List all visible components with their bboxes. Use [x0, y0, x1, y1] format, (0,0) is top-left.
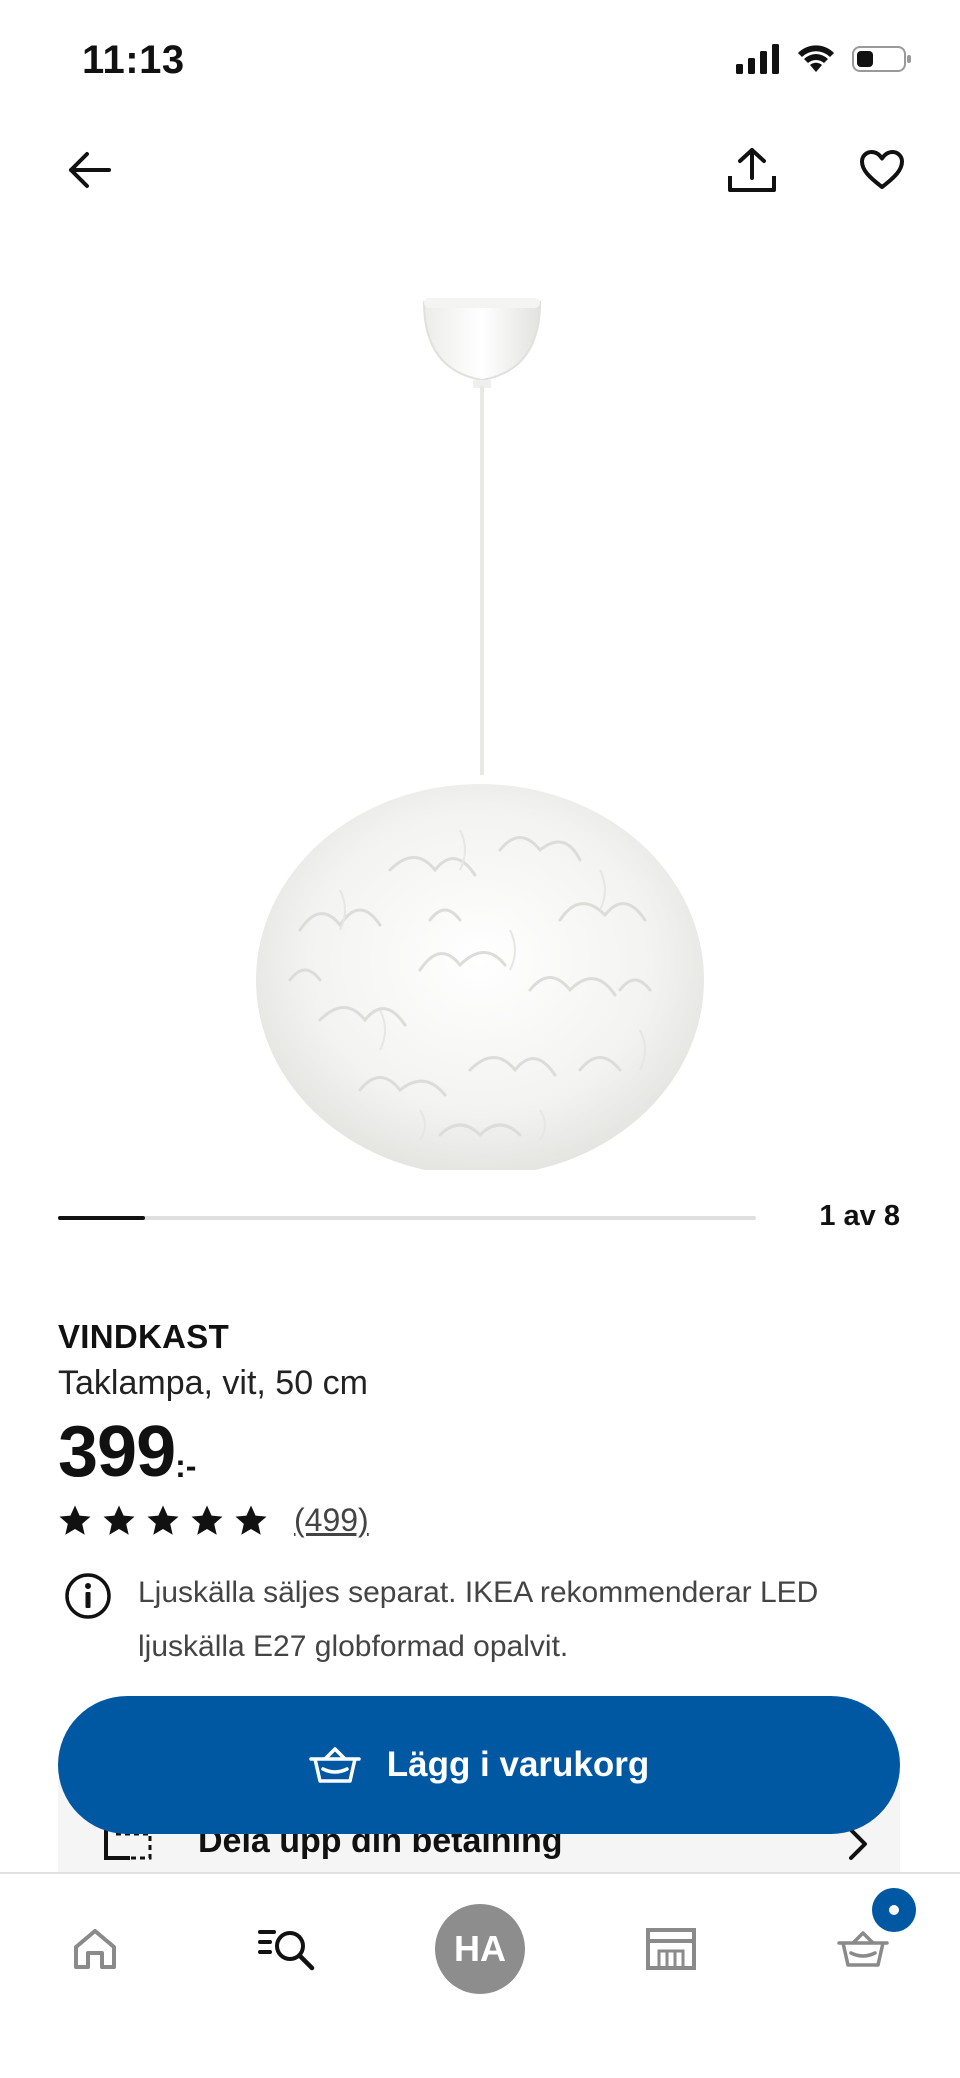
carousel-progress-fill [58, 1216, 146, 1220]
product-name: VINDKAST [58, 1318, 230, 1355]
tab-cart[interactable] [808, 1888, 918, 2004]
tab-stores[interactable] [616, 1894, 726, 2004]
bottom-tab-bar: HA [0, 1872, 960, 2078]
tab-home[interactable] [40, 1894, 150, 2004]
share-button[interactable] [712, 130, 792, 210]
carousel-progress-track [58, 1216, 756, 1220]
tab-search[interactable] [232, 1894, 342, 2004]
product-price: 399 :- [58, 1412, 196, 1492]
back-button[interactable] [48, 130, 128, 210]
cart-badge-dot [889, 1905, 899, 1915]
star-icon [59, 1505, 91, 1535]
add-to-cart-button[interactable]: Lägg i varukorg [58, 1696, 900, 1834]
wifi-icon [798, 45, 834, 72]
home-icon [74, 1929, 116, 1969]
star-icon [235, 1505, 267, 1535]
star-icon [191, 1505, 223, 1535]
star-icon [103, 1505, 135, 1535]
info-icon [65, 1573, 111, 1619]
product-image[interactable] [0, 230, 960, 1176]
favourite-button[interactable] [842, 130, 922, 210]
arrow-left-icon [69, 152, 111, 188]
basket-icon [308, 1747, 361, 1783]
search-icon [258, 1930, 315, 1971]
add-to-cart-label: Lägg i varukorg [386, 1745, 650, 1784]
price-integer: 399 [58, 1412, 176, 1492]
top-nav [0, 130, 960, 210]
battery-icon [852, 46, 911, 72]
store-icon [646, 1928, 696, 1970]
share-icon [728, 148, 776, 192]
carousel-counter: 1 av 8 [819, 1200, 900, 1232]
cellular-signal-icon [736, 44, 779, 74]
star-icon [147, 1505, 179, 1535]
cart-badge [872, 1888, 916, 1932]
info-text: Ljuskälla säljes separat. IKEA rekommend… [138, 1576, 819, 1663]
status-bar: 11:13 [0, 0, 960, 120]
product-description: Taklampa, vit, 50 cm [58, 1364, 368, 1402]
price-suffix: :- [175, 1448, 197, 1484]
product-rating[interactable]: (499) [58, 1502, 369, 1539]
review-count-link[interactable]: (499) [294, 1502, 369, 1539]
status-icons [736, 44, 912, 74]
avatar: HA [435, 1904, 525, 1994]
basket-icon [837, 1931, 889, 1967]
lamp-image [256, 298, 704, 1176]
heart-icon [860, 150, 904, 189]
rating-stars [58, 1504, 268, 1538]
status-time: 11:13 [82, 38, 185, 82]
image-carousel-indicator: 1 av 8 [58, 1200, 900, 1240]
tab-profile[interactable]: HA [425, 1894, 535, 2004]
